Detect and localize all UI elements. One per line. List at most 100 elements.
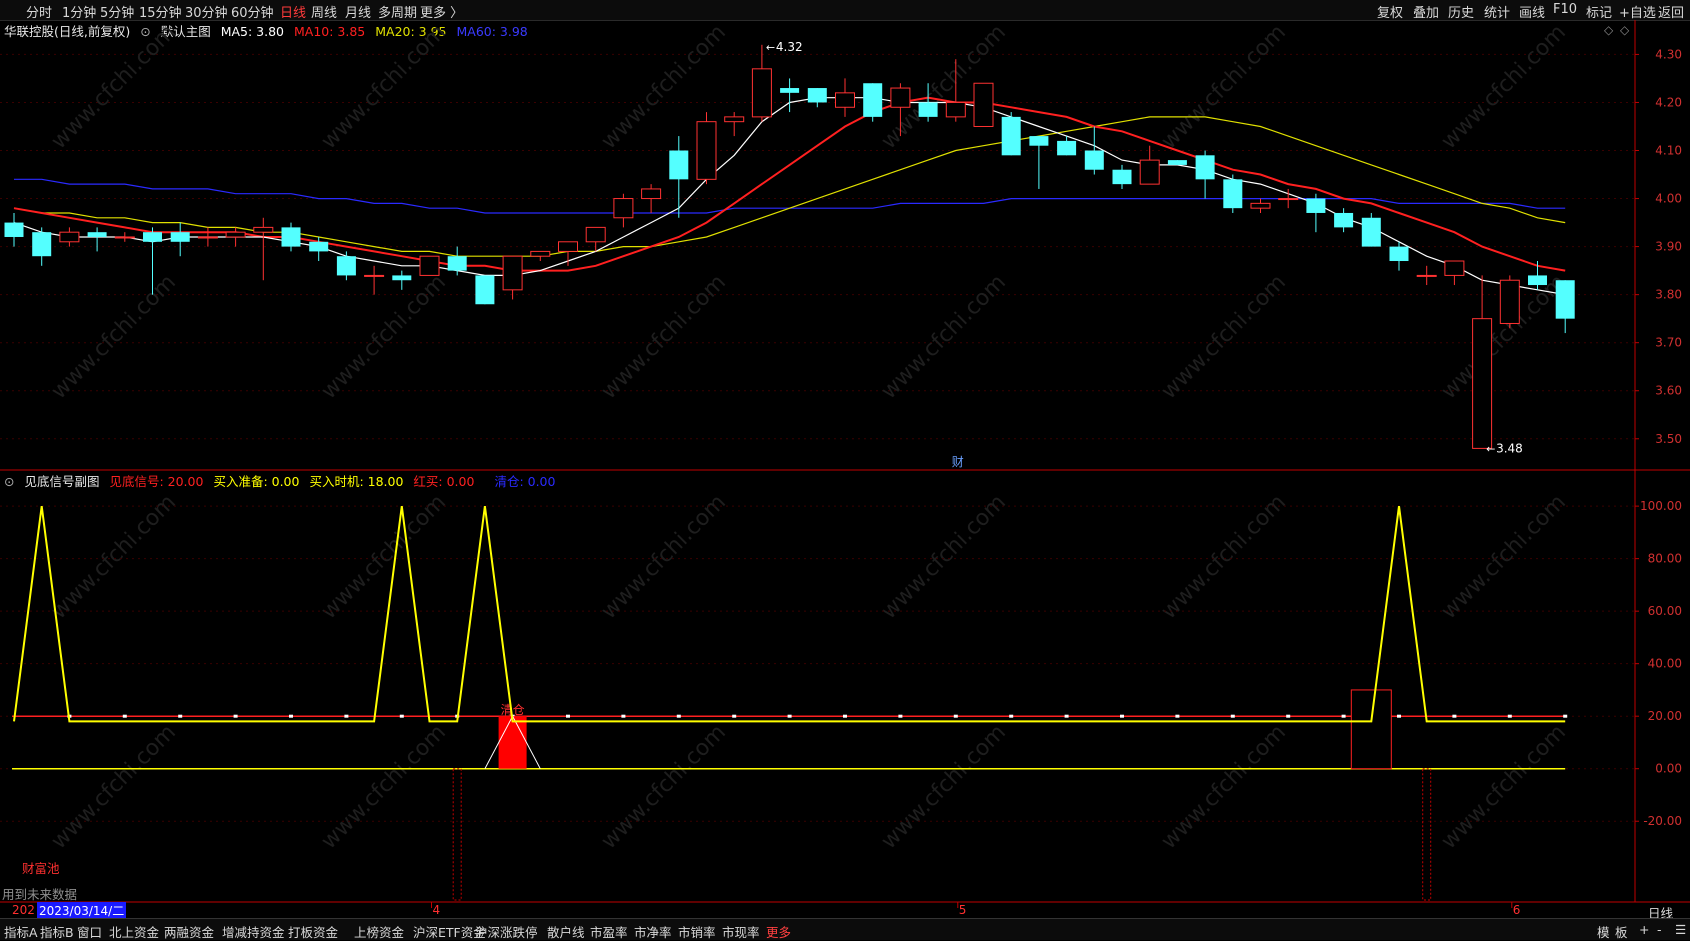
candle-body-down	[1306, 198, 1326, 213]
date-axis: 202 2023/03/14/二 日线	[0, 902, 1690, 921]
candle-body-down	[1528, 275, 1547, 286]
bottom-tab-10[interactable]: 散户线	[547, 922, 585, 941]
signal-dot	[1286, 714, 1291, 718]
main-ytick-label: 4.30	[1655, 47, 1682, 61]
candle-body-down	[143, 232, 162, 242]
ma10-line	[13, 96, 1566, 272]
candle-body-up	[835, 92, 855, 108]
candle-body-down	[918, 102, 938, 117]
bottom-right-button-2[interactable]: +	[1639, 922, 1649, 937]
watermark: www.cfchi.com	[47, 720, 181, 854]
signal-dot	[732, 714, 737, 718]
signal-dot	[344, 714, 349, 718]
signal-dot	[1230, 714, 1235, 718]
signal-dot	[178, 714, 183, 718]
red-outline-box	[1350, 689, 1392, 770]
main-ytick-label: 4.00	[1655, 192, 1682, 206]
bottom-tab-12[interactable]: 市净率	[634, 922, 672, 941]
bottom-tab-9[interactable]: 沪深涨跌停	[475, 922, 538, 941]
bottom-tab-6[interactable]: 打板资金	[288, 922, 338, 941]
candle-body-down	[170, 232, 190, 242]
signal-dot	[843, 714, 847, 718]
candle-body-up	[502, 255, 523, 291]
candle-body-up	[1472, 318, 1493, 449]
watermark: www.cfchi.com	[1437, 20, 1571, 154]
signal-dot	[1507, 714, 1512, 718]
candle-body-down	[780, 88, 800, 93]
main-ytick-label: 4.10	[1655, 144, 1682, 158]
candle-body-down	[1112, 169, 1132, 185]
candle-body-down	[1001, 116, 1021, 156]
bottom-tab-1[interactable]: 指标B	[40, 922, 74, 941]
main-ytick-label: 4.20	[1655, 95, 1682, 109]
chart-canvas[interactable]: 4.30 4.20 4.10 4.00 3.90 3.80 3.70 3.60 3.50 www.…	[0, 0, 1690, 939]
candle-body-down	[669, 150, 689, 180]
candle-body-up	[641, 188, 662, 200]
candle-body-up	[696, 121, 717, 180]
bottom-tab-0[interactable]: 指标A	[4, 922, 38, 941]
candle-body-down	[1029, 136, 1049, 146]
candle-body-up	[751, 68, 772, 118]
candle-body-up	[59, 231, 80, 243]
candle-body-down	[1555, 280, 1575, 319]
signal-dot	[566, 714, 570, 718]
ma5-line	[13, 97, 1566, 296]
caifu-chi-label: 财富池	[22, 861, 60, 876]
bottom-right-button-0[interactable]: 模	[1597, 922, 1610, 941]
signal-dot	[1341, 714, 1346, 718]
cai-marker: 财	[952, 455, 964, 469]
candle-body-down	[4, 222, 24, 237]
sub-ytick-label: 100.00	[1640, 499, 1682, 513]
dashed-down-bar	[1422, 768, 1432, 901]
bottom-tab-4[interactable]: 两融资金	[164, 922, 214, 941]
signal-dot	[787, 714, 792, 718]
main-ytick-label: 3.50	[1655, 432, 1682, 446]
signal-dot	[1064, 714, 1069, 718]
bottom-tab-15[interactable]: 更多	[766, 922, 791, 941]
watermark: www.cfchi.com	[317, 490, 451, 624]
watermark: www.cfchi.com	[1157, 490, 1291, 624]
signal-dot	[1397, 714, 1401, 718]
high-arrow: ←	[766, 41, 775, 54]
candle-body-down	[32, 232, 52, 257]
bottom-tab-11[interactable]: 市盈率	[590, 922, 628, 941]
candle-body-down	[1361, 217, 1381, 247]
watermark: www.cfchi.com	[47, 270, 181, 404]
signal-dot	[233, 714, 238, 718]
candle-body-down	[309, 241, 329, 252]
signal-dot	[898, 714, 903, 718]
bottom-right-button-4[interactable]: ☰	[1675, 922, 1686, 937]
bottom-tab-2[interactable]: 窗口	[77, 922, 102, 941]
bottom-tab-5[interactable]: 增减持资金	[222, 922, 285, 941]
candle-body-down	[87, 232, 107, 237]
bottom-tab-3[interactable]: 北上资金	[109, 922, 159, 941]
candle-body-down	[1223, 179, 1243, 209]
main-ytick-label: 3.60	[1655, 384, 1682, 398]
sub-ytick-label: 20.00	[1648, 709, 1682, 723]
candle-body-up	[945, 101, 966, 118]
main-ytick-label: 3.80	[1655, 288, 1682, 302]
signal-dot	[122, 714, 127, 718]
watermark: www.cfchi.com	[317, 20, 451, 154]
bottom-signal-line	[13, 505, 1566, 723]
watermark: www.cfchi.com	[1157, 720, 1291, 854]
candle-body-up	[1278, 198, 1299, 201]
bottom-right-button-1[interactable]: 板	[1615, 922, 1628, 941]
bottom-tab-14[interactable]: 市现率	[722, 922, 760, 941]
candle-body-up	[585, 226, 606, 243]
candle-body-up	[558, 241, 578, 252]
bottom-tab-13[interactable]: 市销率	[678, 922, 716, 941]
candle-body-down	[475, 275, 495, 305]
bottom-tab-7[interactable]: 上榜资金	[354, 922, 404, 941]
bottom-right-button-3[interactable]: -	[1657, 922, 1662, 937]
candle-body-up	[1444, 260, 1465, 276]
signal-dot	[621, 714, 626, 718]
watermark: www.cfchi.com	[47, 490, 181, 624]
signal-dot	[1452, 714, 1457, 718]
signal-dot	[1009, 714, 1014, 718]
candle-body-down	[1057, 140, 1077, 156]
signal-dot	[676, 714, 681, 718]
signal-dot	[1175, 714, 1180, 718]
dashed-down-bar	[452, 768, 462, 901]
signal-dot	[953, 714, 958, 718]
